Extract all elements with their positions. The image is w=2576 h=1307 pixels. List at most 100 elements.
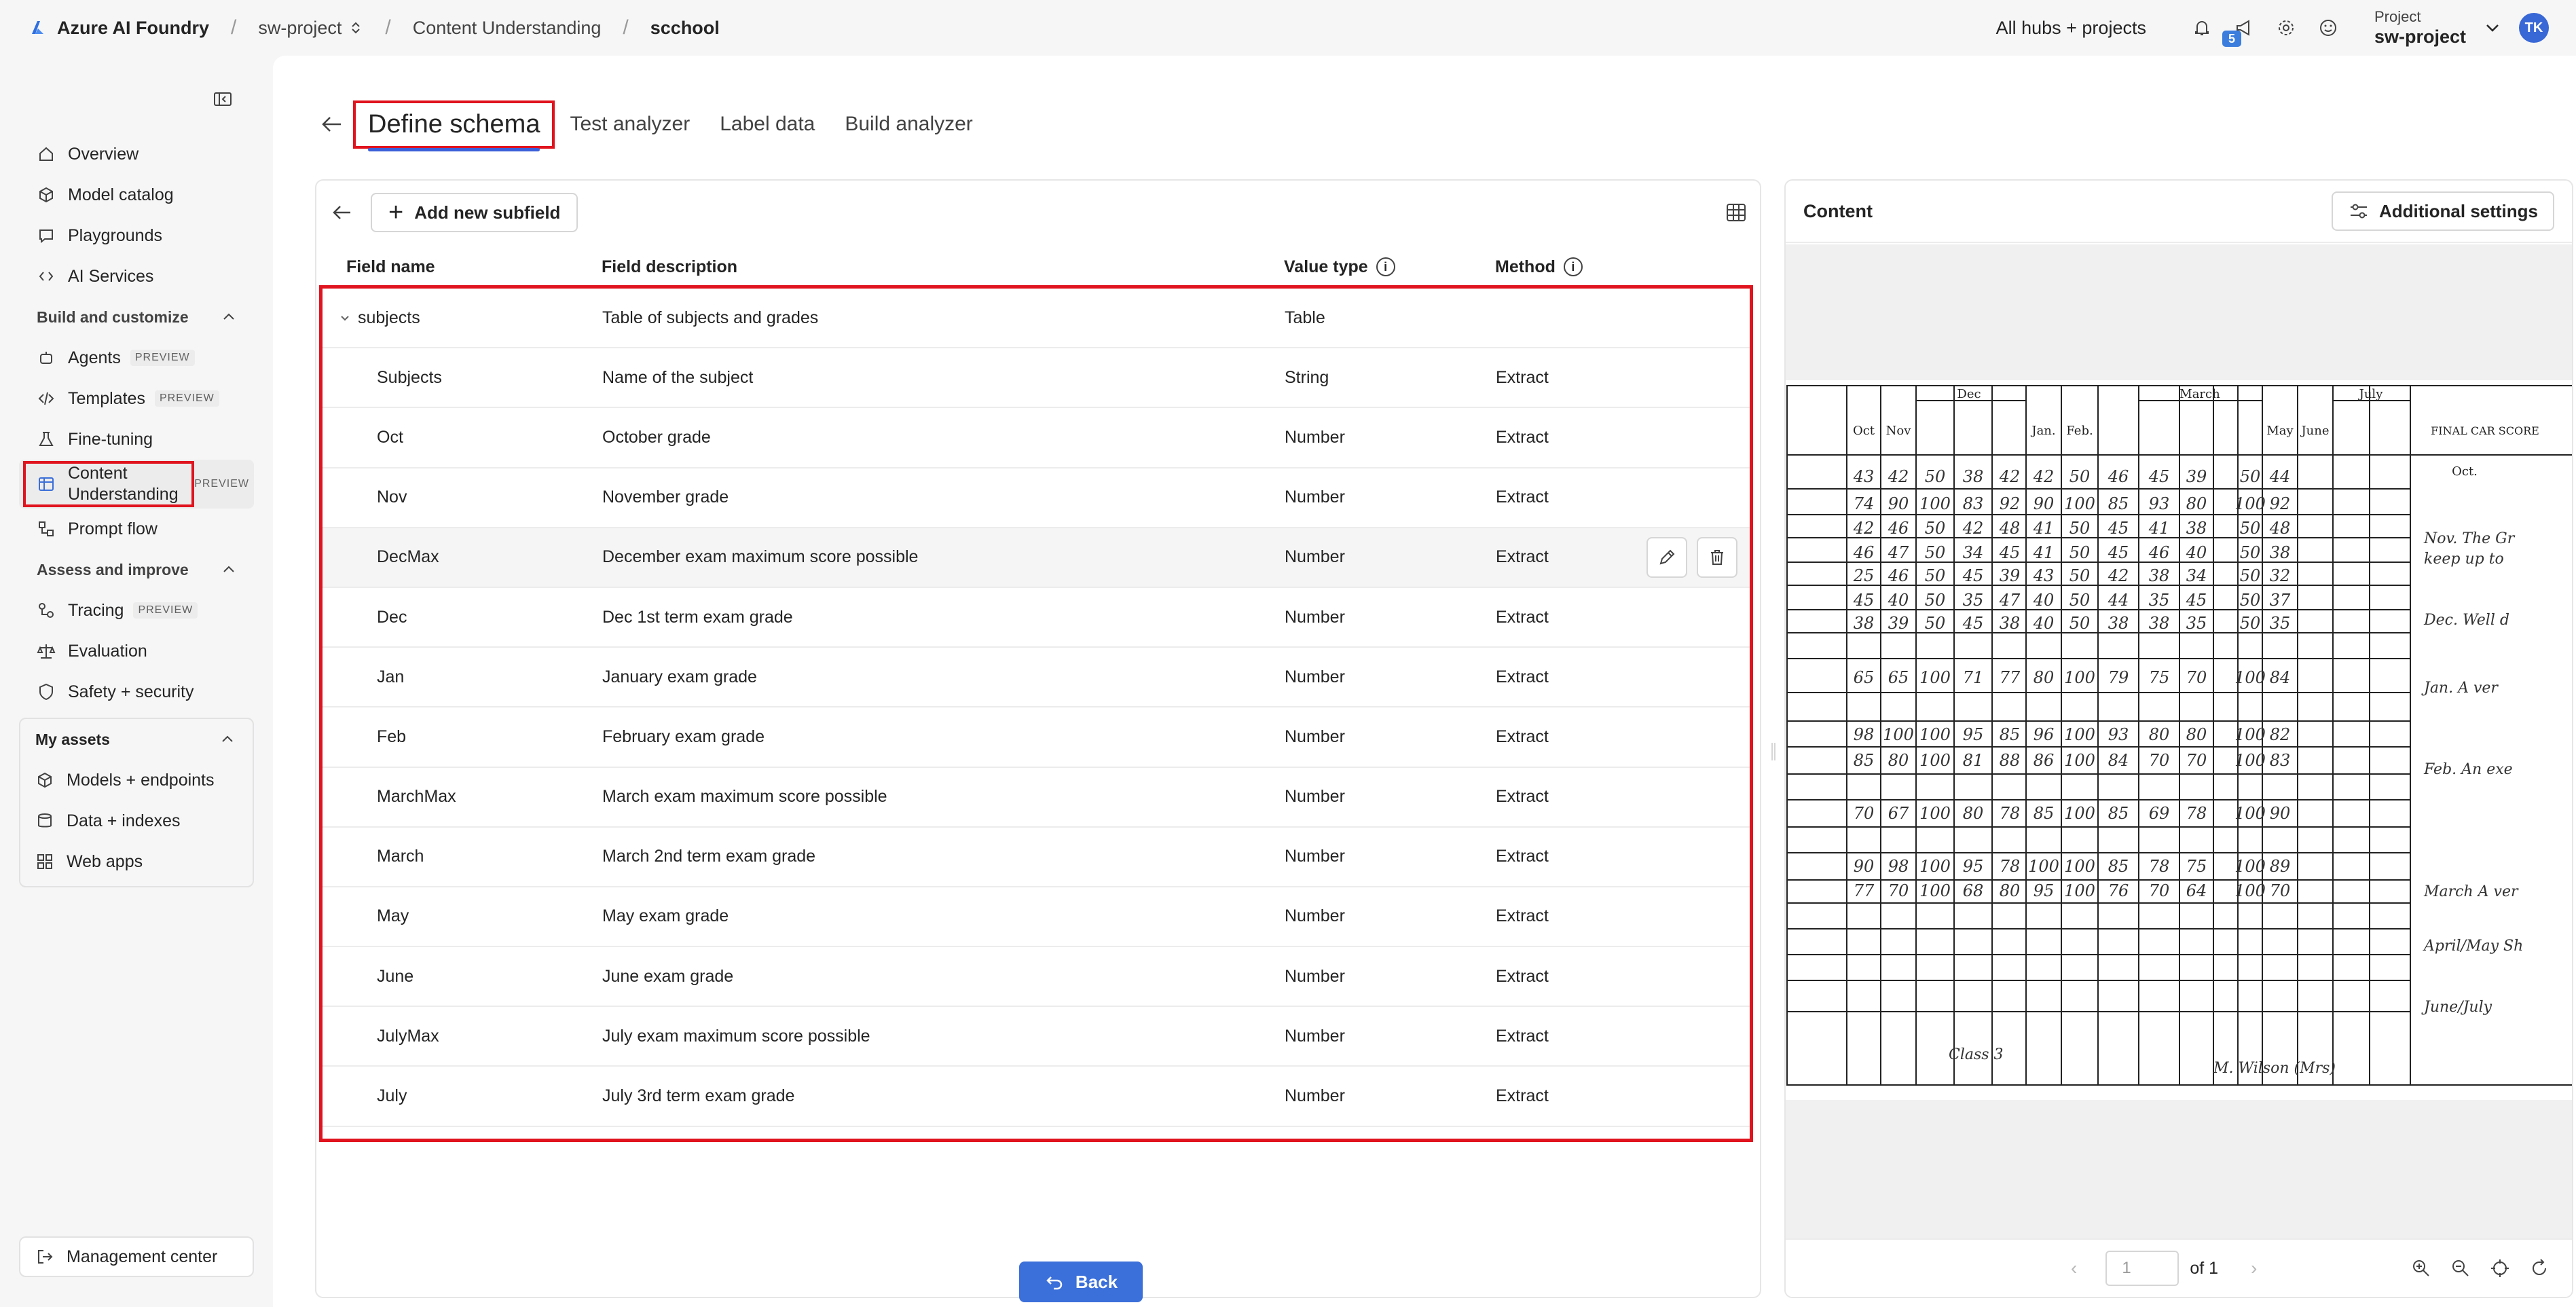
collapse-sidebar-icon[interactable]: [212, 88, 234, 110]
info-icon[interactable]: i: [1563, 257, 1583, 276]
svg-text:45: 45: [1962, 566, 1984, 585]
sidebar-item-templates[interactable]: Templates PREVIEW: [19, 378, 254, 419]
svg-text:44: 44: [2108, 591, 2129, 610]
tab-define-schema[interactable]: Define schema: [353, 100, 555, 151]
svg-text:46: 46: [1888, 566, 1909, 585]
sidebar-item-overview[interactable]: Overview: [19, 134, 254, 174]
chevron-left-icon[interactable]: ‹: [2071, 1257, 2077, 1279]
tab-label-data[interactable]: Label data: [720, 113, 815, 136]
sidebar-item-evaluation[interactable]: Evaluation: [19, 631, 254, 671]
svg-text:95: 95: [1963, 725, 1984, 744]
preview-badge: PREVIEW: [189, 476, 254, 492]
back-button[interactable]: Back: [1019, 1262, 1143, 1302]
chevron-down-icon[interactable]: [2484, 19, 2501, 37]
sidebar-item-label: Evaluation: [68, 641, 147, 661]
management-center-button[interactable]: Management center: [19, 1236, 254, 1277]
sidebar-item-model-catalog[interactable]: Model catalog: [19, 174, 254, 215]
field-description: July 3rd term exam grade: [602, 1086, 795, 1106]
table-row[interactable]: Nov November grade Number Extract: [323, 468, 1750, 528]
document-viewer[interactable]: Dec March July Oct Nov Jan. Feb. May Jun…: [1786, 244, 2572, 1239]
table-row[interactable]: JulyMax July exam maximum score possible…: [323, 1007, 1750, 1067]
breadcrumb-section[interactable]: Content Understanding: [413, 18, 602, 39]
svg-text:46: 46: [2108, 467, 2129, 486]
chevron-right-icon[interactable]: ›: [2251, 1257, 2257, 1279]
rotate-icon[interactable]: [2528, 1257, 2550, 1279]
delete-button[interactable]: [1697, 536, 1737, 578]
table-row[interactable]: Oct October grade Number Extract: [323, 408, 1750, 468]
breadcrumb-current[interactable]: scchool: [650, 18, 720, 39]
section-title: Build and customize: [37, 308, 189, 326]
sidebar-item-prompt-flow[interactable]: Prompt flow: [19, 509, 254, 549]
sidebar-item-tracing[interactable]: Tracing PREVIEW: [19, 590, 254, 631]
sidebar-item-web-apps[interactable]: Web apps: [20, 841, 253, 882]
tab-test-analyzer[interactable]: Test analyzer: [570, 113, 690, 136]
table-row[interactable]: Dec Dec 1st term exam grade Number Extra…: [323, 588, 1750, 648]
sidebar-item-label: Safety + security: [68, 682, 194, 701]
announcements-button[interactable]: 5: [2222, 16, 2256, 47]
settings-button[interactable]: [2274, 16, 2298, 40]
svg-text:34: 34: [1963, 543, 1984, 562]
table-row[interactable]: May May exam grade Number Extract: [323, 887, 1750, 948]
chevron-down-icon[interactable]: [337, 310, 352, 325]
field-name: JulyMax: [377, 1026, 439, 1046]
table-row[interactable]: June June exam grade Number Extract: [323, 947, 1750, 1008]
fit-to-page-icon[interactable]: [2489, 1257, 2511, 1279]
svg-text:98: 98: [1888, 857, 1909, 876]
svg-text:65: 65: [1888, 668, 1909, 687]
info-icon[interactable]: i: [1376, 257, 1395, 276]
zoom-out-icon[interactable]: [2450, 1257, 2471, 1279]
zoom-in-icon[interactable]: [2410, 1257, 2432, 1279]
field-method: Extract: [1496, 547, 1549, 567]
table-row[interactable]: Jan January exam grade Number Extract: [323, 648, 1750, 708]
section-build-and-customize[interactable]: Build and customize: [19, 297, 254, 337]
table-row-subjects[interactable]: subjects Table of subjects and grades Ta…: [323, 289, 1750, 349]
table-row[interactable]: Feb February exam grade Number Extract: [323, 707, 1750, 768]
table-row[interactable]: DecMax December exam maximum score possi…: [323, 528, 1750, 588]
field-value-type: Number: [1285, 726, 1345, 746]
svg-text:85: 85: [2108, 857, 2129, 876]
schema-panel: + Add new subfield Field name Field desc…: [315, 179, 1761, 1302]
edit-button[interactable]: [1646, 536, 1687, 578]
svg-text:77: 77: [1854, 881, 1875, 900]
sidebar-item-fine-tuning[interactable]: Fine-tuning: [19, 419, 254, 460]
notifications-button[interactable]: [2190, 16, 2214, 40]
table-view-icon[interactable]: [1725, 201, 1748, 224]
svg-text:50: 50: [2240, 591, 2261, 610]
feedback-button[interactable]: [2316, 16, 2340, 40]
svg-text:50: 50: [2069, 591, 2091, 610]
svg-text:90: 90: [2034, 494, 2055, 513]
page-number-input[interactable]: 1: [2105, 1251, 2179, 1286]
field-name: March: [377, 847, 424, 866]
field-value-type: Number: [1285, 847, 1345, 866]
table-row[interactable]: MarchMax March exam maximum score possib…: [323, 768, 1750, 828]
field-method: Extract: [1496, 487, 1549, 507]
sidebar-item-models-endpoints[interactable]: Models + endpoints: [20, 760, 253, 800]
back-arrow-icon[interactable]: [330, 201, 353, 224]
sidebar-item-data-indexes[interactable]: Data + indexes: [20, 800, 253, 841]
sidebar-item-playgrounds[interactable]: Playgrounds: [19, 215, 254, 256]
svg-text:70: 70: [2186, 751, 2207, 770]
table-row[interactable]: March March 2nd term exam grade Number E…: [323, 828, 1750, 887]
table-row[interactable]: July July 3rd term exam grade Number Ext…: [323, 1067, 1750, 1127]
table-row[interactable]: Subjects Name of the subject String Extr…: [323, 348, 1750, 409]
avatar[interactable]: TK: [2519, 13, 2549, 43]
sidebar-item-safety-security[interactable]: Safety + security: [19, 671, 254, 712]
section-assess-and-improve[interactable]: Assess and improve: [19, 549, 254, 590]
project-switcher[interactable]: Project sw-project: [2374, 8, 2466, 48]
add-subfield-button[interactable]: + Add new subfield: [371, 193, 578, 232]
sidebar-item-ai-services[interactable]: AI Services: [19, 256, 254, 297]
panel-splitter-icon[interactable]: [1771, 741, 1776, 762]
tab-build-analyzer[interactable]: Build analyzer: [845, 113, 972, 136]
section-my-assets[interactable]: My assets: [20, 719, 253, 760]
doc-header-final: FINAL CAR SCORE: [2431, 424, 2539, 437]
back-arrow-icon[interactable]: [318, 111, 345, 138]
sidebar-item-agents[interactable]: Agents PREVIEW: [19, 337, 254, 378]
all-hubs-link[interactable]: All hubs + projects: [1996, 18, 2146, 39]
schema-table-header: Field name Field description Value type i…: [316, 248, 1760, 285]
sidebar-item-content-understanding[interactable]: Content Understanding PREVIEW: [19, 460, 254, 509]
breadcrumb-project[interactable]: sw-project: [258, 18, 363, 39]
field-name: July: [377, 1086, 407, 1106]
brand[interactable]: Azure AI Foundry: [30, 18, 209, 39]
svg-text:83: 83: [2270, 751, 2291, 770]
additional-settings-button[interactable]: Additional settings: [2332, 191, 2554, 231]
